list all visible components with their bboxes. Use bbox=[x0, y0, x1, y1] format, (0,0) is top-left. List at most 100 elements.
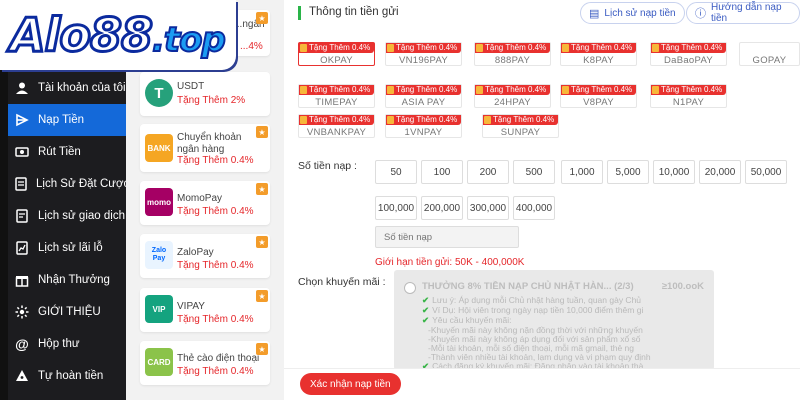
hot-badge-icon: ★ bbox=[256, 12, 268, 24]
method-zalopay[interactable]: Zalo Pay ZaloPay Tặng Thêm 0.4% ★ bbox=[140, 234, 270, 278]
method-usdt[interactable]: T USDT Tặng Thêm 2% bbox=[140, 72, 270, 116]
promotion-option[interactable]: THƯỞNG 8% TIỀN NẠP CHỦ NHẬT HÀN... (2/3)… bbox=[394, 270, 714, 370]
deposit-guide-button[interactable]: ⓘ Hướng dẫn nạp tiền bbox=[686, 2, 800, 24]
method-momopay[interactable]: momo MomoPay Tặng Thêm 0.4% ★ bbox=[140, 181, 270, 225]
bonus-tag: Tặng Thêm 0.4% bbox=[483, 115, 559, 125]
bonus-tag: Tặng Thêm 0.4% bbox=[299, 43, 375, 53]
gateway-1vnpay[interactable]: Tặng Thêm 0.4% 1VNPAY bbox=[385, 114, 462, 138]
sidebar-item-cashback[interactable]: Tự hoàn tiền bbox=[8, 360, 126, 392]
sidebar-item-label: Tài khoản của tôi bbox=[38, 82, 126, 94]
method-bonus: Tặng Thêm 0.4% bbox=[177, 260, 254, 271]
amount-option[interactable]: 100,000 bbox=[375, 196, 417, 220]
amount-label: Số tiền nạp : bbox=[298, 160, 357, 172]
promotion-label: Chọn khuyến mãi : bbox=[298, 276, 386, 288]
bonus-tag: Tặng Thêm 0.4% bbox=[561, 85, 637, 95]
gateway-okpay[interactable]: Tặng Thêm 0.4% OKPAY bbox=[298, 42, 375, 66]
method-bank-transfer[interactable]: BANK Chuyển khoản ngân hàng Tặng Thêm 0.… bbox=[140, 124, 270, 172]
method-bonus: ...4% bbox=[240, 41, 263, 52]
sidebar-item-mail[interactable]: @ Hộp thư bbox=[8, 328, 126, 360]
method-vipay[interactable]: VIP VIPAY Tặng Thêm 0.4% ★ bbox=[140, 288, 270, 332]
vipay-logo-icon: VIP bbox=[145, 295, 173, 323]
bonus-tag: Tặng Thêm 0.4% bbox=[386, 85, 462, 95]
bonus-tag: Tặng Thêm 0.4% bbox=[651, 85, 727, 95]
gateway-vnbankpay[interactable]: Tặng Thêm 0.4% VNBANKPAY bbox=[298, 114, 375, 138]
gateway-name: OKPAY bbox=[320, 55, 353, 66]
check-icon: ✔ bbox=[422, 315, 430, 325]
amount-option[interactable]: 400,000 bbox=[513, 196, 555, 220]
sidebar-item-reward[interactable]: Nhận Thưởng bbox=[8, 264, 126, 296]
hot-badge-icon: ★ bbox=[256, 126, 268, 138]
gateway-k8pay[interactable]: Tặng Thêm 0.4% K8PAY bbox=[560, 42, 637, 66]
amount-input[interactable] bbox=[375, 226, 519, 248]
gateway-24hpay[interactable]: Tặng Thêm 0.4% 24HPAY bbox=[474, 84, 551, 108]
usdt-logo-icon: T bbox=[145, 79, 173, 107]
amount-option[interactable]: 500 bbox=[513, 160, 555, 184]
info-icon: ⓘ bbox=[695, 8, 706, 20]
method-name: VIPAY bbox=[177, 301, 205, 312]
method-bonus: Tặng Thêm 0.4% bbox=[177, 314, 254, 325]
amount-option[interactable]: 50 bbox=[375, 160, 417, 184]
gateway-name: VN196PAY bbox=[398, 55, 449, 66]
amount-option[interactable]: 10,000 bbox=[653, 160, 695, 184]
amount-option[interactable]: 1,000 bbox=[561, 160, 603, 184]
sidebar-item-label: Hộp thư bbox=[38, 338, 80, 350]
amount-option[interactable]: 5,000 bbox=[607, 160, 649, 184]
sidebar-item-label: Tự hoàn tiền bbox=[38, 370, 104, 382]
method-name: MomoPay bbox=[177, 193, 223, 204]
user-icon bbox=[14, 80, 30, 96]
amount-option[interactable]: 200 bbox=[467, 160, 509, 184]
gateway-dabaopay[interactable]: Tặng Thêm 0.4% DaBaoPAY bbox=[650, 42, 727, 66]
confirm-deposit-button[interactable]: Xác nhận nạp tiền bbox=[300, 373, 401, 395]
sidebar-item-label: Lịch sử giao dịch bbox=[38, 210, 125, 222]
amount-option[interactable]: 100 bbox=[421, 160, 463, 184]
bonus-tag: Tặng Thêm 0.4% bbox=[475, 43, 551, 53]
bonus-tag: Tặng Thêm 0.4% bbox=[386, 115, 462, 125]
amount-option[interactable]: 300,000 bbox=[467, 196, 509, 220]
sidebar-item-referral[interactable]: GIỚI THIỆU bbox=[8, 296, 126, 328]
amount-option[interactable]: 20,000 bbox=[699, 160, 741, 184]
gateway-sunpay[interactable]: Tặng Thêm 0.4% SUNPAY bbox=[482, 114, 559, 138]
deposit-limit-text: Giới hạn tiền gửi: 50K - 400,000K bbox=[375, 257, 525, 268]
gateway-name: GOPAY bbox=[752, 55, 787, 66]
mail-icon: @ bbox=[15, 336, 29, 352]
sidebar-item-bet-history[interactable]: Lịch Sử Đặt Cược bbox=[8, 168, 129, 200]
gateway-name: V8PAY bbox=[583, 97, 614, 108]
sidebar-item-profit-loss[interactable]: Lịch sử lãi lỗ bbox=[8, 232, 126, 264]
gateway-timepay[interactable]: Tặng Thêm 0.4% TIMEPAY bbox=[298, 84, 375, 108]
sidebar-item-withdraw[interactable]: Rút Tiền bbox=[8, 136, 126, 168]
gateway-888pay[interactable]: Tặng Thêm 0.4% 888PAY bbox=[474, 42, 551, 66]
check-icon: ✔ bbox=[422, 305, 430, 315]
zalopay-logo-icon: Zalo Pay bbox=[145, 241, 173, 269]
sidebar-item-label: Nạp Tiền bbox=[38, 114, 85, 126]
sidebar-item-transaction-history[interactable]: Lịch sử giao dịch bbox=[8, 200, 126, 232]
sidebar-item-deposit[interactable]: Nạp Tiền bbox=[8, 104, 126, 136]
gateway-vn196pay[interactable]: Tặng Thêm 0.4% VN196PAY bbox=[385, 42, 462, 66]
bonus-tag: Tặng Thêm 0.4% bbox=[299, 115, 375, 125]
hot-badge-icon: ★ bbox=[256, 183, 268, 195]
gateway-n1pay[interactable]: Tặng Thêm 0.4% N1PAY bbox=[650, 84, 727, 108]
deposit-history-button[interactable]: ▤ Lịch sử nạp tiền bbox=[580, 2, 685, 24]
gateway-asiapay[interactable]: Tặng Thêm 0.4% ASIA PAY bbox=[385, 84, 462, 108]
gateway-gopay[interactable]: GOPAY bbox=[739, 42, 800, 66]
title-marker bbox=[298, 6, 301, 20]
gateway-name: VNBANKPAY bbox=[306, 127, 367, 138]
gateway-name: N1PAY bbox=[672, 97, 705, 108]
gateway-v8pay[interactable]: Tặng Thêm 0.4% V8PAY bbox=[560, 84, 637, 108]
deposit-icon bbox=[14, 112, 30, 128]
method-phone-card[interactable]: CARD Thẻ cào điện thoại Tặng Thêm 0.4% ★ bbox=[140, 341, 270, 385]
bonus-tag: Tặng Thêm 0.4% bbox=[475, 85, 551, 95]
gateway-name: ASIA PAY bbox=[401, 97, 446, 108]
site-logo[interactable]: Alo88.top bbox=[0, 0, 236, 70]
deposit-header: Thông tin tiền gửi ▤ Lịch sử nạp tiền ⓘ … bbox=[284, 0, 800, 28]
bonus-tag: Tặng Thêm 0.4% bbox=[651, 43, 727, 53]
history-icon: ▤ bbox=[589, 7, 600, 20]
amount-option[interactable]: 200,000 bbox=[421, 196, 463, 220]
logo-text: Alo88.top bbox=[9, 7, 227, 64]
promotion-radio[interactable] bbox=[404, 282, 416, 294]
amount-option[interactable]: 50,000 bbox=[745, 160, 787, 184]
gateway-name: K8PAY bbox=[583, 55, 614, 66]
sidebar-item-account[interactable]: Tài khoản của tôi bbox=[8, 72, 126, 104]
method-name: Chuyển khoản ngân hàng bbox=[177, 132, 242, 155]
bonus-tag: Tặng Thêm 0.4% bbox=[386, 43, 462, 53]
gateway-name: DaBaoPAY bbox=[663, 55, 714, 66]
